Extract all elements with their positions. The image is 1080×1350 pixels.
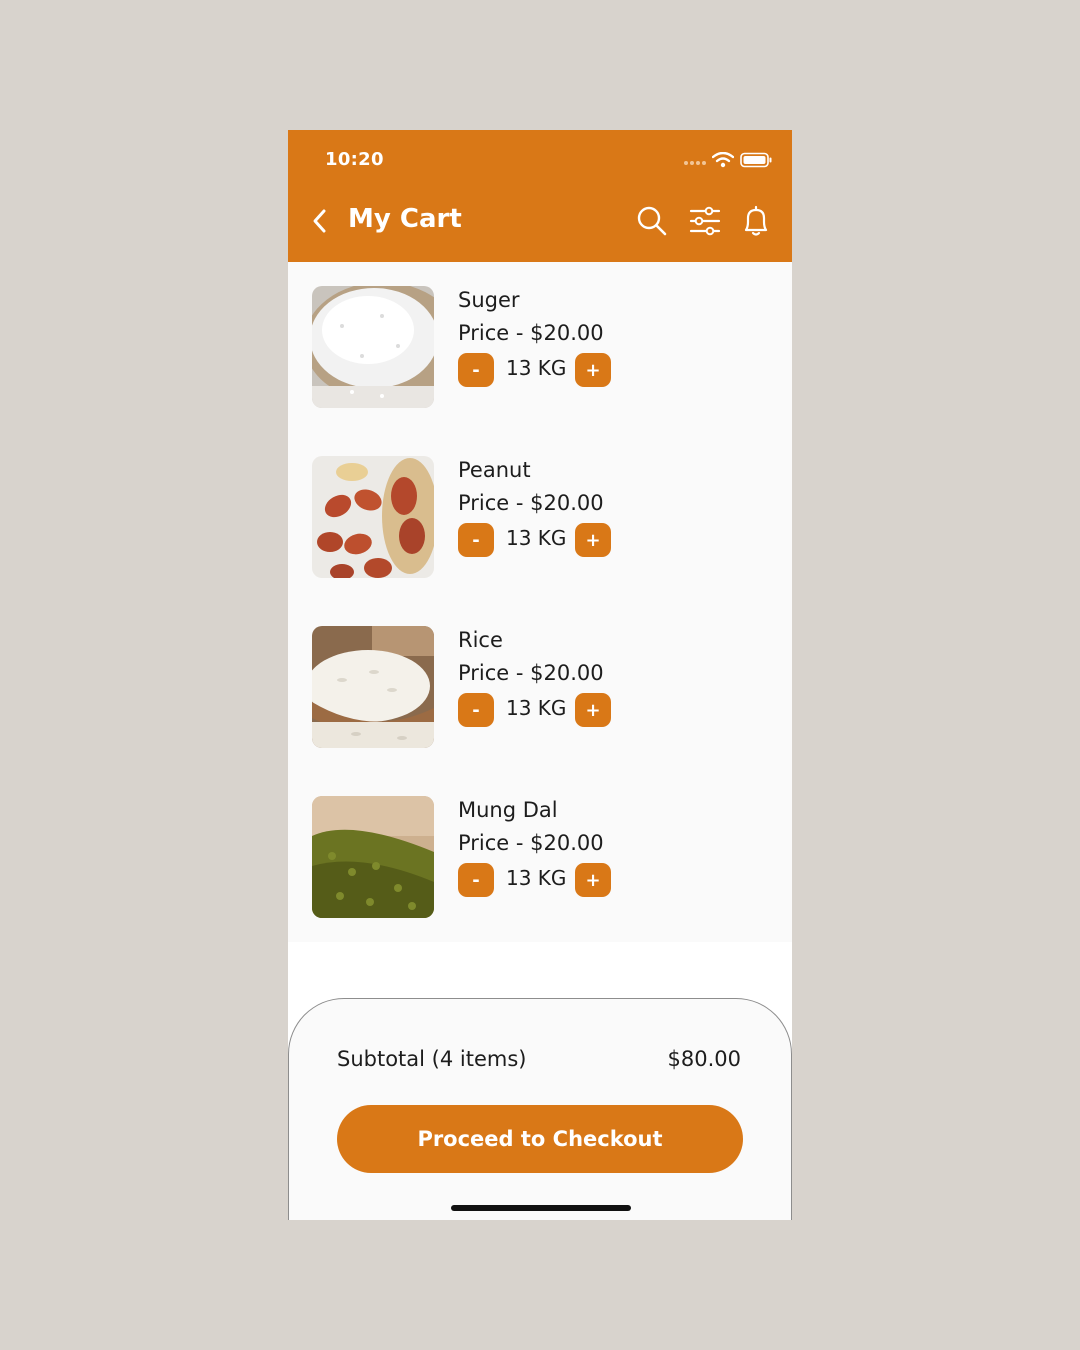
increase-quantity-button[interactable]: + <box>575 523 611 557</box>
app-header: 10:20 My Cart <box>288 130 792 262</box>
filter-sliders-icon <box>689 206 721 236</box>
bell-icon <box>744 205 768 236</box>
product-image-mung-dal <box>312 796 434 918</box>
item-price: Price - $20.00 <box>458 321 604 345</box>
decrease-quantity-button[interactable]: - <box>458 523 494 557</box>
filter-button[interactable] <box>689 204 721 238</box>
item-quantity: 13 KG <box>506 866 567 890</box>
product-image-sugar <box>312 286 434 408</box>
subtotal-label: Subtotal (4 items) <box>337 1047 527 1071</box>
home-indicator[interactable] <box>451 1205 631 1211</box>
checkout-panel: Subtotal (4 items) $80.00 Proceed to Che… <box>288 998 792 1220</box>
item-price: Price - $20.00 <box>458 491 604 515</box>
cart-item: Rice Price - $20.00 - 13 KG + <box>288 602 792 772</box>
product-image-rice <box>312 626 434 748</box>
item-name: Peanut <box>458 458 531 482</box>
item-quantity: 13 KG <box>506 696 567 720</box>
decrease-quantity-button[interactable]: - <box>458 693 494 727</box>
product-image-peanut <box>312 456 434 578</box>
signal-icon <box>684 161 706 165</box>
notifications-button[interactable] <box>740 204 772 238</box>
item-name: Suger <box>458 288 520 312</box>
increase-quantity-button[interactable]: + <box>575 353 611 387</box>
item-name: Rice <box>458 628 503 652</box>
increase-quantity-button[interactable]: + <box>575 863 611 897</box>
cart-list: Suger Price - $20.00 - 13 KG + Peanut Pr… <box>288 262 792 942</box>
status-time: 10:20 <box>325 149 384 170</box>
wifi-icon <box>712 152 734 168</box>
proceed-to-checkout-button[interactable]: Proceed to Checkout <box>337 1105 743 1173</box>
search-icon <box>637 206 667 236</box>
item-name: Mung Dal <box>458 798 558 822</box>
back-button[interactable] <box>308 206 332 236</box>
phone-screen: 10:20 My Cart Suger Price - $20.00 - 13 … <box>288 130 792 1220</box>
decrease-quantity-button[interactable]: - <box>458 863 494 897</box>
decrease-quantity-button[interactable]: - <box>458 353 494 387</box>
battery-icon <box>740 152 772 168</box>
item-price: Price - $20.00 <box>458 661 604 685</box>
search-button[interactable] <box>636 204 668 238</box>
subtotal-value: $80.00 <box>667 1047 741 1071</box>
cart-item: Peanut Price - $20.00 - 13 KG + <box>288 432 792 602</box>
increase-quantity-button[interactable]: + <box>575 693 611 727</box>
page-title: My Cart <box>348 204 462 234</box>
cart-item: Suger Price - $20.00 - 13 KG + <box>288 262 792 432</box>
cart-item: Mung Dal Price - $20.00 - 13 KG + <box>288 772 792 942</box>
item-quantity: 13 KG <box>506 356 567 380</box>
item-price: Price - $20.00 <box>458 831 604 855</box>
item-quantity: 13 KG <box>506 526 567 550</box>
chevron-left-icon <box>313 209 326 233</box>
